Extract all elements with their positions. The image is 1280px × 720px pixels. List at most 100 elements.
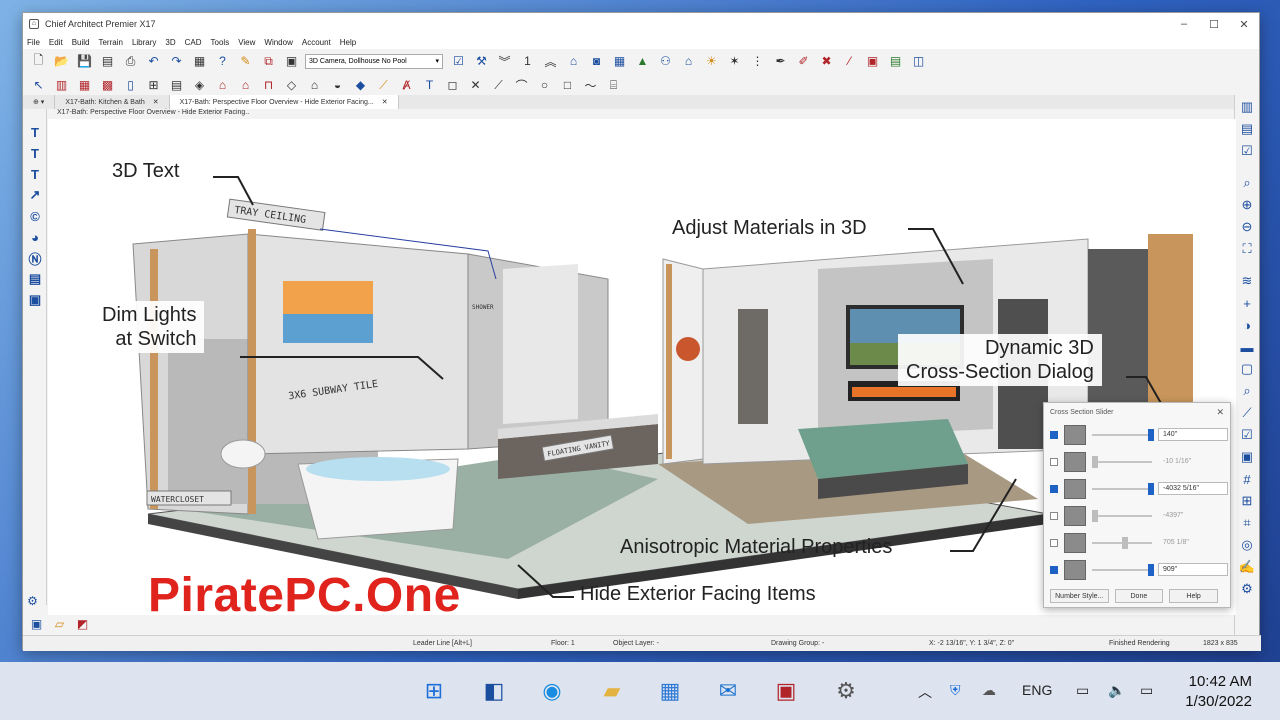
menu-view[interactable]: View <box>238 38 255 47</box>
wrench-icon[interactable]: ⚒ <box>472 52 491 71</box>
close-icon[interactable]: ✕ <box>382 98 388 106</box>
slider-track[interactable] <box>1092 455 1152 468</box>
north-pointer-icon[interactable]: Ⓝ <box>25 248 45 268</box>
checkbox-tool-icon[interactable]: ☑ <box>449 52 468 71</box>
slider-track[interactable] <box>1092 563 1154 576</box>
copyright-icon[interactable]: © <box>25 206 45 226</box>
slider-thumb[interactable] <box>1148 428 1154 441</box>
slider-track[interactable] <box>1092 536 1152 549</box>
stair-tool-icon[interactable]: ⌸ <box>604 76 623 95</box>
store-icon[interactable]: ▦ <box>654 675 686 707</box>
line-icon[interactable]: ⟋ <box>489 76 508 95</box>
start-icon[interactable]: ⊞ <box>418 675 450 707</box>
close-icon[interactable]: ✕ <box>1216 407 1224 418</box>
library-browser-icon[interactable]: ▥ <box>1237 97 1257 117</box>
window-select-icon[interactable]: ▣ <box>863 52 882 71</box>
framing-icon[interactable]: ⌂ <box>305 76 324 95</box>
connect-icon[interactable]: ⌗ <box>1237 513 1257 533</box>
cabinet-icon[interactable]: ▩ <box>98 76 117 95</box>
grid-check-icon[interactable]: ▣ <box>1237 447 1257 467</box>
layers-icon[interactable]: ◈ <box>190 76 209 95</box>
text-edit-icon[interactable]: T <box>25 122 45 142</box>
battery-icon[interactable]: ▭ <box>1140 682 1153 699</box>
door-icon[interactable]: ▯ <box>121 76 140 95</box>
cloud-icon[interactable]: ☁ <box>982 682 996 699</box>
paint-icon[interactable]: ⁄ <box>840 52 859 71</box>
wall-icon[interactable]: ▥ <box>52 76 71 95</box>
menu-file[interactable]: File <box>27 38 40 47</box>
dimension-icon[interactable]: ⟋ <box>374 76 393 95</box>
menu-edit[interactable]: Edit <box>49 38 63 47</box>
network-icon[interactable]: ▭ <box>1076 682 1089 699</box>
clock[interactable]: 10:42 AM 1/30/2022 <box>1185 672 1252 712</box>
menu-library[interactable]: Library <box>132 38 156 47</box>
material-painter-icon[interactable]: ✐ <box>794 52 813 71</box>
print-preview-icon[interactable]: ▤ <box>98 52 117 71</box>
camera-icon[interactable]: ⧉ <box>259 52 278 71</box>
frame-icon[interactable]: ▢ <box>1237 359 1257 379</box>
chief-architect-taskbar-icon[interactable]: ▣ <box>770 675 802 707</box>
undo-icon[interactable]: ↶ <box>144 52 163 71</box>
roof-icon[interactable]: ⌂ <box>213 76 232 95</box>
close-icon[interactable]: ✕ <box>153 98 159 106</box>
slider-thumb[interactable] <box>1148 563 1154 576</box>
checklist-icon[interactable]: ☑ <box>1237 141 1257 161</box>
slider-checkbox[interactable] <box>1050 538 1058 547</box>
menu-window[interactable]: Window <box>264 38 292 47</box>
edit-check-icon[interactable]: ☑ <box>1237 425 1257 445</box>
slider-track[interactable] <box>1092 428 1154 441</box>
redo-icon[interactable]: ↷ <box>167 52 186 71</box>
edit-object-icon[interactable]: ✎ <box>236 52 255 71</box>
menu-tools[interactable]: Tools <box>211 38 230 47</box>
settings-taskbar-icon[interactable]: ⚙ <box>830 675 862 707</box>
columns-icon[interactable]: ⊓ <box>259 76 278 95</box>
floor-down-icon[interactable]: ︾ <box>495 52 514 71</box>
room-icon[interactable]: ▦ <box>75 76 94 95</box>
folder-icon[interactable]: ▱ <box>50 615 69 634</box>
widgets-icon[interactable]: ◧ <box>478 675 510 707</box>
arrow-tool-icon[interactable]: ↗ <box>25 185 45 205</box>
slider-track[interactable] <box>1092 482 1154 495</box>
tab-pin[interactable]: ⊕ ▾ <box>23 95 56 109</box>
target-icon[interactable]: ◎ <box>1237 535 1257 555</box>
snap-grid-icon[interactable]: ⊞ <box>1237 491 1257 511</box>
render-view-icon[interactable]: ◩ <box>73 615 92 634</box>
slider-value[interactable]: -4032 5/16" <box>1158 482 1228 495</box>
callout-icon[interactable]: ◻ <box>443 76 462 95</box>
menu-terrain[interactable]: Terrain <box>98 38 122 47</box>
window-tool-icon[interactable]: ⊞ <box>144 76 163 95</box>
deck-icon[interactable]: ◒ <box>328 76 347 95</box>
save-icon[interactable]: 💾 <box>75 52 94 71</box>
slider-thumb[interactable] <box>1148 482 1154 495</box>
layers-panel-icon[interactable]: ≋ <box>1237 271 1257 291</box>
help-icon[interactable]: ? <box>213 52 232 71</box>
floor-up-icon[interactable]: ︽ <box>541 52 560 71</box>
slider-track[interactable] <box>1092 509 1152 522</box>
mail-icon[interactable]: ✉ <box>712 675 744 707</box>
plan-icon[interactable]: ▤ <box>886 52 905 71</box>
slider-checkbox[interactable] <box>1050 457 1058 466</box>
slider-thumb[interactable] <box>1092 509 1098 522</box>
stairs-icon[interactable]: ▤ <box>167 76 186 95</box>
camera-select[interactable]: 3D Camera, Dollhouse No Pool ▾ <box>305 53 443 69</box>
measure-icon[interactable]: ⟋ <box>1237 403 1257 423</box>
render-icon[interactable]: ▦ <box>610 52 629 71</box>
help-button[interactable]: Help <box>1169 589 1218 603</box>
slider-checkbox[interactable] <box>1050 565 1058 574</box>
gear-icon[interactable]: ⚙ <box>23 591 42 610</box>
project-browser-icon[interactable]: ▤ <box>1237 119 1257 139</box>
volume-icon[interactable]: 🔈 <box>1108 682 1125 699</box>
text-style-icon[interactable]: Ⱥ <box>397 76 416 95</box>
tab-perspective-floor-overview[interactable]: X17-Bath: Perspective Floor Overview - H… <box>169 95 399 109</box>
menu-help[interactable]: Help <box>340 38 356 47</box>
menu-account[interactable]: Account <box>302 38 331 47</box>
house-icon[interactable]: ⌂ <box>564 52 583 71</box>
circle-icon[interactable]: ○ <box>535 76 554 95</box>
settings-gear-icon[interactable]: ⚙ <box>1237 579 1257 599</box>
menu-cad[interactable]: CAD <box>185 38 202 47</box>
eyedropper-icon[interactable]: ✒ <box>771 52 790 71</box>
split-view-icon[interactable]: ◫ <box>909 52 928 71</box>
marker-icon[interactable]: ◕ <box>25 227 45 247</box>
cross-icon[interactable]: ✕ <box>466 76 485 95</box>
zoom-in-icon[interactable]: ⊕ <box>1237 195 1257 215</box>
